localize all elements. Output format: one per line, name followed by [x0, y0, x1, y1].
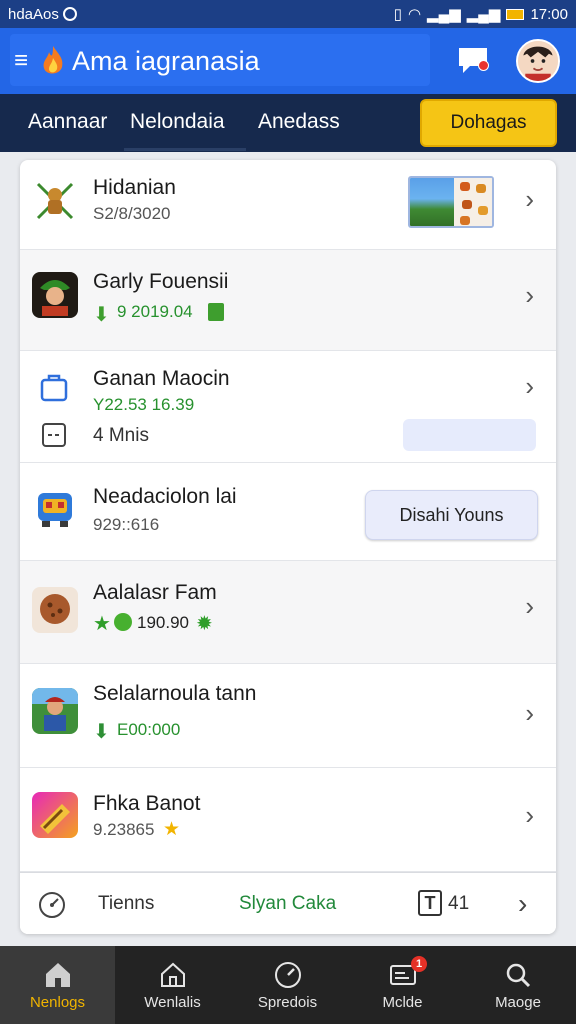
avatar[interactable]	[516, 39, 560, 83]
robot-game-icon	[38, 493, 72, 527]
bag-icon	[40, 374, 68, 402]
warrior-avatar-icon	[32, 272, 78, 318]
box-icon	[42, 423, 66, 447]
thumbnail-image	[408, 176, 494, 228]
tab-cta-button[interactable]: Dohagas	[420, 99, 557, 147]
list-item[interactable]: Selalarnoula tann ⬇ E00:000 ›	[20, 664, 556, 768]
list-item-subtitle: S2/8/3020	[93, 204, 171, 223]
nav-item-4[interactable]: 1 Mclde	[345, 946, 460, 1024]
input-placeholder-bar[interactable]	[403, 419, 536, 451]
tab-2[interactable]: Nelondaia	[130, 110, 225, 134]
list-item[interactable]: Hidanian S2/8/3020 ›	[20, 160, 556, 250]
coin-icon	[114, 613, 132, 631]
chevron-right-icon: ›	[525, 591, 534, 621]
list-item-title: Fhka Banot	[93, 792, 201, 815]
tab-active-indicator	[124, 148, 246, 151]
flame-logo-icon	[43, 46, 63, 74]
vibrate-icon: ▯	[393, 6, 402, 23]
list-item-title: Ganan Maocin	[93, 367, 230, 390]
status-ring-icon	[62, 7, 77, 21]
list-item-title: Garly Fouensii	[93, 270, 229, 293]
bookmark-icon	[208, 303, 224, 321]
down-arrow-icon: ⬇	[93, 304, 110, 326]
chevron-right-icon: ›	[525, 371, 534, 401]
home-icon	[45, 962, 70, 987]
nav-item-home[interactable]: Nenlogs	[0, 946, 115, 1024]
nav-label: Mclde	[382, 993, 423, 1011]
row-action-button[interactable]: Disahi Youns	[365, 490, 538, 540]
chevron-right-icon: ›	[525, 280, 534, 310]
list-item-subtitle: 9 2019.04	[117, 302, 193, 321]
wifi-icon: ◠	[407, 6, 422, 23]
item-list-card: Hidanian S2/8/3020 › Garly Fouensii ⬇ 9 …	[20, 160, 556, 934]
crossed-figure-icon	[36, 182, 74, 220]
chat-notification-badge	[478, 60, 489, 71]
list-item-title: Aalalasr Fam	[93, 581, 217, 604]
adventurer-icon	[32, 688, 78, 734]
app-title: Ama iagranasia	[72, 45, 260, 76]
list-item-title: Hidanian	[93, 176, 176, 199]
nav-label: Spredois	[257, 993, 318, 1011]
list-item-title: Neadaciolon lai	[93, 485, 237, 508]
list-item-detail: 4 Mnis	[93, 425, 149, 446]
leaf-icon: ✹	[196, 613, 213, 635]
battery-icon	[506, 8, 525, 20]
list-item[interactable]: Ganan Maocin Y22.53 16.39 4 Mnis ›	[20, 351, 556, 463]
tab-3[interactable]: Anedass	[258, 110, 340, 134]
list-item-subtitle: 9.23865	[93, 820, 155, 839]
text-box-icon: T	[418, 890, 442, 916]
notification-badge: 1	[411, 956, 427, 972]
list-item[interactable]: Aalalasr Fam ★ 190.90 ✹ ›	[20, 561, 556, 664]
speedometer-icon	[274, 961, 301, 988]
nav-item-5[interactable]: Maoge	[460, 946, 576, 1024]
footer-middle-label[interactable]: Slyan Caka	[239, 893, 336, 915]
chevron-right-icon: ›	[525, 184, 534, 214]
footer-count: 41	[448, 893, 470, 914]
gradient-app-icon	[32, 792, 78, 838]
nav-item-3[interactable]: Spredois	[230, 946, 345, 1024]
nav-label: Wenlalis	[144, 993, 201, 1011]
star-icon: ★	[163, 819, 181, 840]
list-item-title: Selalarnoula tann	[93, 682, 257, 705]
star-icon: ★	[93, 613, 111, 635]
house-outline-icon	[160, 962, 185, 987]
menu-icon[interactable]: ≡	[14, 47, 36, 75]
search-icon	[506, 963, 531, 987]
chevron-right-icon[interactable]: ›	[518, 888, 527, 920]
bottom-nav: Nenlogs Wenlalis Spredois 1 Mclde Maoge	[0, 946, 576, 1024]
chevron-right-icon: ›	[525, 698, 534, 728]
gauge-icon	[39, 892, 65, 918]
list-item-subtitle: E00:000	[117, 720, 181, 739]
nav-item-2[interactable]: Wenlalis	[115, 946, 230, 1024]
list-item[interactable]: Fhka Banot 9.23865 ★ ›	[20, 768, 556, 872]
list-item[interactable]: Garly Fouensii ⬇ 9 2019.04 ›	[20, 250, 556, 351]
tab-1[interactable]: Aannaar	[28, 110, 107, 134]
signal-icon: ▂▄▆	[427, 6, 461, 23]
list-footer[interactable]: Tienns Slyan Caka T 41 ›	[20, 872, 556, 934]
status-bar: hdaAos ▯ ◠ ▂▄▆ ▂▄▆ 17:00	[0, 0, 576, 28]
list-item-subtitle: Y22.53 16.39	[93, 395, 195, 414]
app-bar: ≡ Ama iagranasia	[0, 28, 576, 94]
list-item-subtitle: 190.90	[137, 613, 189, 632]
signal-2-icon: ▂▄▆	[466, 6, 501, 23]
cookie-icon	[32, 587, 78, 633]
chevron-right-icon: ›	[525, 800, 534, 830]
nav-label: Nenlogs	[29, 993, 86, 1011]
footer-label: Tienns	[98, 893, 155, 914]
nav-label: Maoge	[495, 993, 541, 1011]
status-time: 17:00	[530, 5, 568, 23]
list-item-subtitle: 929::616	[93, 515, 160, 534]
status-app-text: hdaAos	[8, 5, 59, 23]
down-arrow-icon: ⬇	[93, 721, 110, 743]
